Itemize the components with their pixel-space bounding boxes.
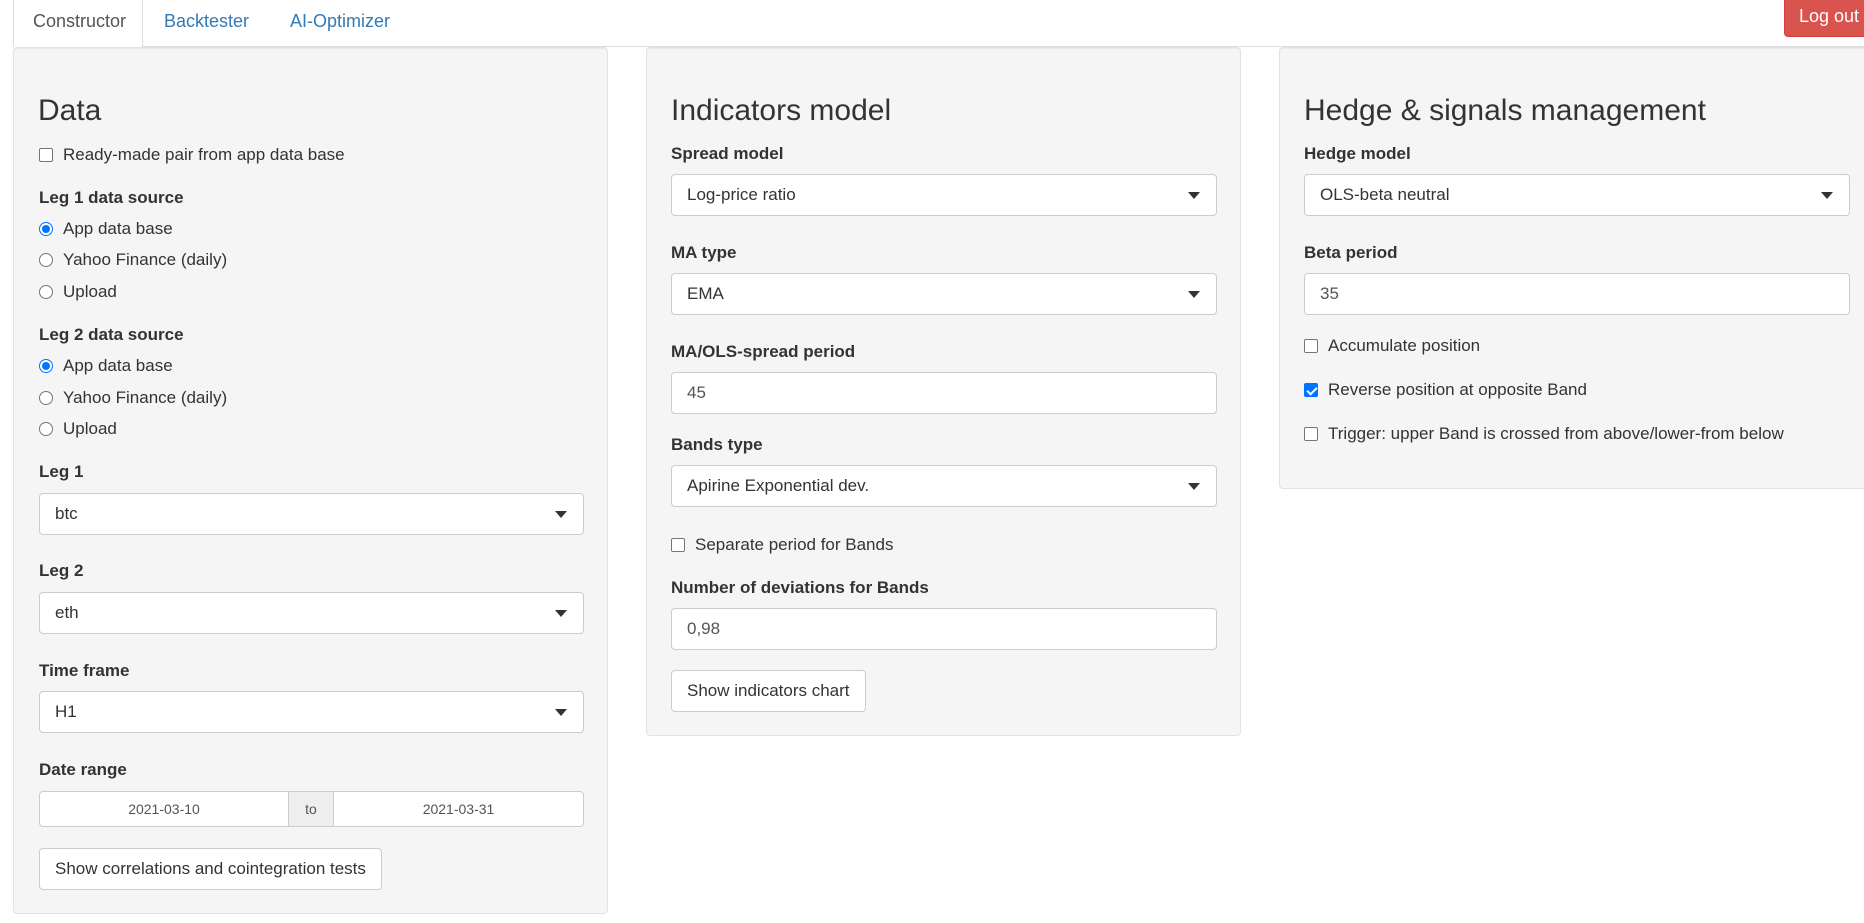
radio-label: Yahoo Finance (daily) xyxy=(63,250,228,269)
data-panel: Data Ready-made pair from app data base … xyxy=(13,47,608,914)
date-range-input: 2021-03-10 to 2021-03-31 xyxy=(39,791,584,827)
caret-down-icon xyxy=(1188,192,1200,199)
date-end-input[interactable]: 2021-03-31 xyxy=(333,791,584,827)
num-deviations-input[interactable]: 0,98 xyxy=(671,608,1217,650)
radio-label: Upload xyxy=(63,282,117,301)
radio-unselected[interactable] xyxy=(39,422,53,436)
checkbox-unchecked[interactable] xyxy=(671,538,685,552)
leg1-select[interactable]: btc xyxy=(39,493,584,535)
leg1-source-radio-upload[interactable]: Upload xyxy=(39,281,117,303)
num-deviations-label: Number of deviations for Bands xyxy=(671,578,929,597)
ma-period-label: MA/OLS-spread period xyxy=(671,342,856,361)
leg1-source-label: Leg 1 data source xyxy=(39,188,184,207)
caret-down-icon xyxy=(1821,192,1833,199)
timeframe-label: Time frame xyxy=(39,661,130,680)
hedge-model-label: Hedge model xyxy=(1304,144,1411,163)
trigger-checkbox[interactable]: Trigger: upper Band is crossed from abov… xyxy=(1304,423,1784,445)
radio-label: App data base xyxy=(63,219,173,238)
accumulate-position-label: Accumulate position xyxy=(1328,336,1481,355)
radio-unselected[interactable] xyxy=(39,285,53,299)
ready-made-pair-checkbox[interactable]: Ready-made pair from app data base xyxy=(39,144,345,166)
ma-period-input[interactable]: 45 xyxy=(671,372,1217,414)
leg2-source-radio-yahoo[interactable]: Yahoo Finance (daily) xyxy=(39,387,227,409)
separate-period-label: Separate period for Bands xyxy=(695,535,894,554)
ma-type-label: MA type xyxy=(671,243,737,262)
leg2-select[interactable]: eth xyxy=(39,592,584,634)
radio-label: Yahoo Finance (daily) xyxy=(63,388,228,407)
tab-constructor[interactable]: Constructor xyxy=(13,0,143,48)
reverse-position-checkbox[interactable]: Reverse position at opposite Band xyxy=(1304,379,1587,401)
radio-selected[interactable] xyxy=(39,222,53,236)
caret-down-icon xyxy=(1188,291,1200,298)
spread-model-value: Log-price ratio xyxy=(687,185,796,204)
tab-backtester[interactable]: Backtester xyxy=(164,0,249,47)
indicators-panel-title: Indicators model xyxy=(671,94,892,127)
caret-down-icon xyxy=(555,511,567,518)
leg1-value: btc xyxy=(55,504,78,523)
checkbox-unchecked[interactable] xyxy=(1304,427,1318,441)
date-range-label: Date range xyxy=(39,760,127,779)
spread-model-select[interactable]: Log-price ratio xyxy=(671,174,1217,216)
show-indicators-chart-button[interactable]: Show indicators chart xyxy=(671,670,866,712)
checkbox-checked[interactable] xyxy=(1304,383,1318,397)
ma-type-value: EMA xyxy=(687,284,724,303)
radio-label: Upload xyxy=(63,419,117,438)
date-range-separator: to xyxy=(289,791,333,827)
checkbox-unchecked[interactable] xyxy=(39,148,53,162)
bands-type-select[interactable]: Apirine Exponential dev. xyxy=(671,465,1217,507)
caret-down-icon xyxy=(555,610,567,617)
accumulate-position-checkbox[interactable]: Accumulate position xyxy=(1304,335,1480,357)
timeframe-select[interactable]: H1 xyxy=(39,691,584,733)
leg1-source-radio-app-db[interactable]: App data base xyxy=(39,218,173,240)
caret-down-icon xyxy=(555,709,567,716)
checkbox-unchecked[interactable] xyxy=(1304,339,1318,353)
ready-made-pair-label: Ready-made pair from app data base xyxy=(63,145,345,164)
leg1-source-radio-yahoo[interactable]: Yahoo Finance (daily) xyxy=(39,249,227,271)
hedge-panel-title: Hedge & signals management xyxy=(1304,94,1706,127)
logout-button[interactable]: Log out xyxy=(1784,0,1864,37)
date-start-input[interactable]: 2021-03-10 xyxy=(39,791,289,827)
beta-period-input[interactable]: 35 xyxy=(1304,273,1850,315)
hedge-panel: Hedge & signals management Hedge model O… xyxy=(1279,47,1864,489)
leg2-source-radio-upload[interactable]: Upload xyxy=(39,418,117,440)
radio-label: App data base xyxy=(63,356,173,375)
leg1-label: Leg 1 xyxy=(39,462,84,481)
tab-ai-optimizer[interactable]: AI-Optimizer xyxy=(290,0,390,47)
timeframe-value: H1 xyxy=(55,702,77,721)
caret-down-icon xyxy=(1188,483,1200,490)
radio-unselected[interactable] xyxy=(39,391,53,405)
main-tabs: Constructor Backtester AI-Optimizer xyxy=(13,0,1864,48)
spread-model-label: Spread model xyxy=(671,144,784,163)
ma-type-select[interactable]: EMA xyxy=(671,273,1217,315)
show-correlations-button[interactable]: Show correlations and cointegration test… xyxy=(39,848,382,890)
hedge-model-value: OLS-beta neutral xyxy=(1320,185,1450,204)
leg2-source-radio-app-db[interactable]: App data base xyxy=(39,355,173,377)
reverse-position-label: Reverse position at opposite Band xyxy=(1328,380,1587,399)
hedge-model-select[interactable]: OLS-beta neutral xyxy=(1304,174,1850,216)
bands-type-label: Bands type xyxy=(671,435,763,454)
radio-unselected[interactable] xyxy=(39,253,53,267)
radio-selected[interactable] xyxy=(39,359,53,373)
trigger-label: Trigger: upper Band is crossed from abov… xyxy=(1328,424,1784,443)
leg2-label: Leg 2 xyxy=(39,561,84,580)
data-panel-title: Data xyxy=(38,94,102,127)
bands-type-value: Apirine Exponential dev. xyxy=(687,476,870,495)
separate-period-checkbox[interactable]: Separate period for Bands xyxy=(671,534,893,556)
beta-period-label: Beta period xyxy=(1304,243,1398,262)
indicators-panel: Indicators model Spread model Log-price … xyxy=(646,47,1241,736)
leg2-source-label: Leg 2 data source xyxy=(39,325,184,344)
leg2-value: eth xyxy=(55,603,79,622)
